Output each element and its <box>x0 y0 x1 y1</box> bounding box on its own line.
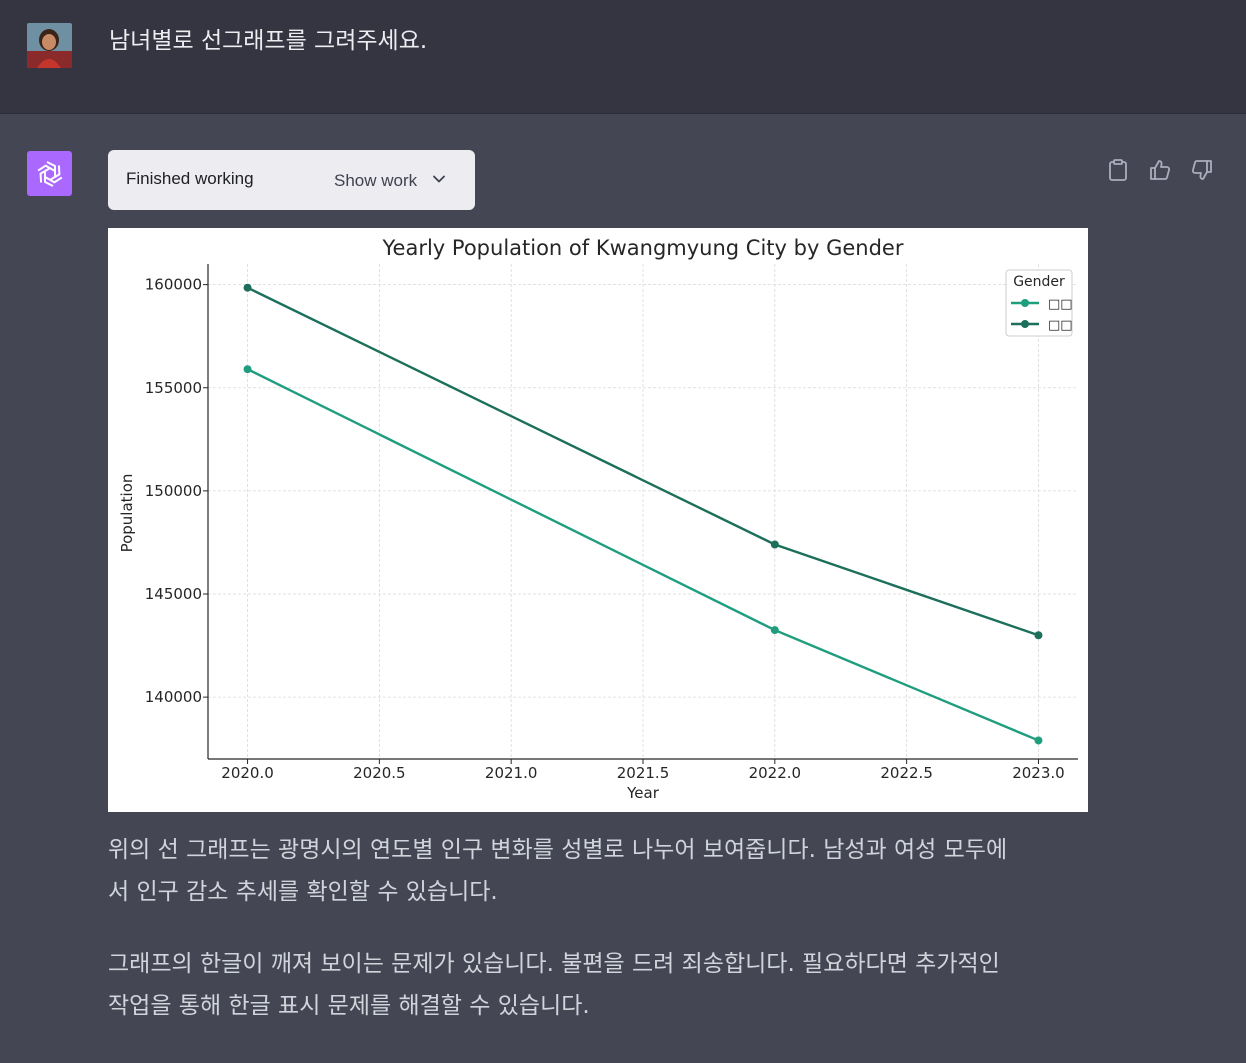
thumbs-down-icon[interactable] <box>1187 155 1217 185</box>
data-point <box>770 540 779 549</box>
message-actions <box>1103 155 1223 185</box>
user-message-row: 남녀별로 선그래프를 그려주세요. <box>0 0 1246 114</box>
user-message-text: 남녀별로 선그래프를 그려주세요. <box>109 28 428 54</box>
legend-label: □□ <box>1048 297 1073 312</box>
paragraph-line: 위의 선 그래프는 광명시의 연도별 인구 변화를 성별로 나누어 보여줍니다.… <box>108 837 1008 863</box>
assistant-paragraph: 그래프의 한글이 깨져 보이는 문제가 있습니다. 불편을 드려 죄송합니다. … <box>108 943 1098 1027</box>
data-point <box>243 283 252 292</box>
x-tick-label: 2021.5 <box>617 764 670 782</box>
paragraph-line: 서 인구 감소 추세를 확인할 수 있습니다. <box>108 879 498 905</box>
show-work-button[interactable]: Show work <box>334 168 447 194</box>
y-tick-label: 155000 <box>145 379 202 397</box>
paragraph-line: 작업을 통해 한글 표시 문제를 해결할 수 있습니다. <box>108 993 590 1019</box>
x-axis-label: Year <box>626 784 660 802</box>
x-tick-label: 2020.0 <box>221 764 274 782</box>
data-point <box>1034 631 1043 640</box>
y-tick-label: 150000 <box>145 482 202 500</box>
chart-title: Yearly Population of Kwangmyung City by … <box>382 236 904 260</box>
work-status-text: Finished working <box>126 169 254 188</box>
y-tick-label: 145000 <box>145 585 202 603</box>
clipboard-icon[interactable] <box>1103 155 1133 185</box>
data-point <box>243 365 252 374</box>
x-tick-label: 2022.0 <box>749 764 802 782</box>
chart-axes: 2020.0 2020.5 2021.0 2021.5 2022.0 2022.5 2023… <box>145 264 1078 782</box>
y-tick-label: 140000 <box>145 688 202 706</box>
x-tick-label: 2023.0 <box>1012 764 1065 782</box>
chevron-down-icon <box>431 171 447 191</box>
x-tick-label: 2021.0 <box>485 764 538 782</box>
chart-legend: Gender □□ □□ <box>1005 269 1073 337</box>
legend-marker <box>1021 299 1029 307</box>
data-point <box>1034 736 1043 745</box>
data-point <box>770 626 779 635</box>
show-work-label: Show work <box>334 171 418 190</box>
legend-title: Gender <box>1013 274 1065 290</box>
openai-logo-icon <box>27 151 72 196</box>
x-tick-label: 2020.5 <box>353 764 406 782</box>
user-avatar <box>27 23 72 68</box>
y-axis-label: Population <box>118 474 136 553</box>
x-tick-label: 2022.5 <box>880 764 933 782</box>
population-line-chart: 2020.0 2020.5 2021.0 2021.5 2022.0 2022.5 2023… <box>108 228 1088 812</box>
thumbs-up-icon[interactable] <box>1145 155 1175 185</box>
legend-label: □□ <box>1048 318 1073 333</box>
chart-grid <box>208 264 1078 759</box>
legend-marker <box>1021 320 1029 328</box>
assistant-paragraph: 위의 선 그래프는 광명시의 연도별 인구 변화를 성별로 나누어 보여줍니다.… <box>108 829 1098 913</box>
y-tick-label: 160000 <box>145 276 202 294</box>
work-status-panel: Finished working Show work <box>108 150 475 210</box>
paragraph-line: 그래프의 한글이 깨져 보이는 문제가 있습니다. 불편을 드려 죄송합니다. … <box>108 951 1000 977</box>
